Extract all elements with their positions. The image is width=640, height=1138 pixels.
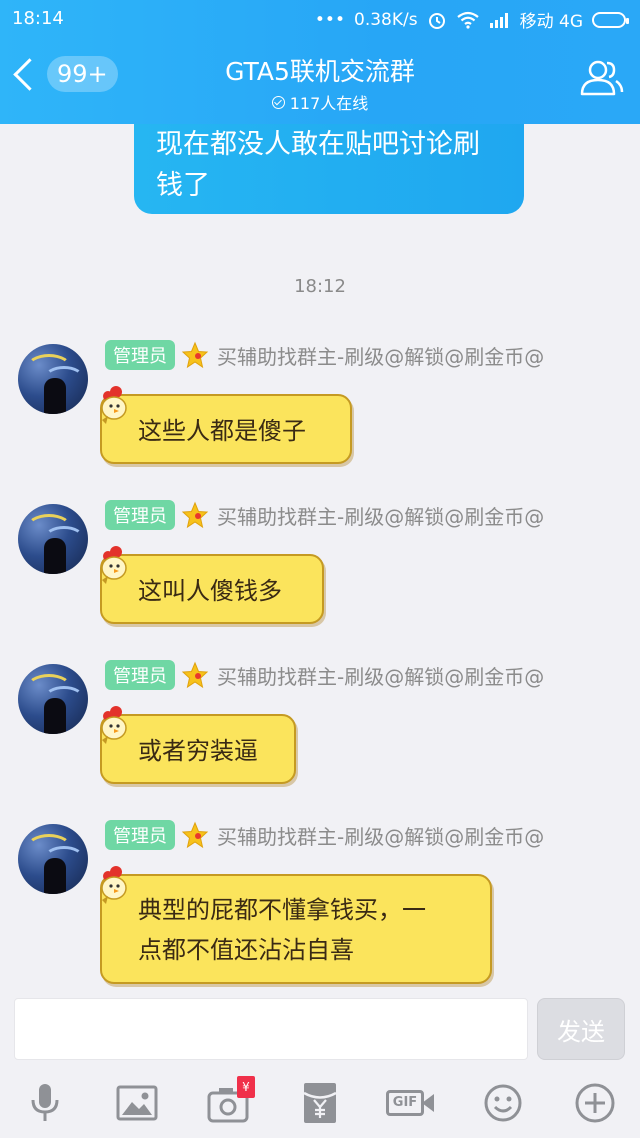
sender-meta: 管理员 买辅助找群主-刷级@解锁@刷金币@ <box>105 500 544 530</box>
admin-tag: 管理员 <box>105 820 175 850</box>
star-icon <box>181 501 209 529</box>
star-icon <box>181 821 209 849</box>
sender-meta: 管理员 买辅助找群主-刷级@解锁@刷金币@ <box>105 820 544 850</box>
chick-decoration-icon <box>101 706 127 744</box>
sender-name: 买辅助找群主-刷级@解锁@刷金币@ <box>217 824 545 849</box>
admin-tag: 管理员 <box>105 660 175 690</box>
sender-avatar[interactable] <box>18 504 88 574</box>
star-icon <box>181 661 209 689</box>
group-members-icon[interactable] <box>578 58 624 98</box>
message-text: 典型的屁都不懂拿钱买，一 点都不值还沾沾自喜 <box>100 874 492 984</box>
message-text-line: 点都不值还沾沾自喜 <box>138 936 354 964</box>
redpacket-badge: ¥ <box>237 1076 255 1098</box>
sender-name: 买辅助找群主-刷级@解锁@刷金币@ <box>217 504 545 529</box>
online-check-icon <box>271 95 285 109</box>
gif-icon: GIF <box>386 1090 424 1116</box>
gif-button[interactable]: GIF <box>386 1078 436 1128</box>
microphone-icon[interactable] <box>20 1078 70 1128</box>
status-icons: ••• 0.38K/s 移动 4G <box>314 7 629 32</box>
carrier-label: 移动 4G <box>519 12 583 32</box>
sender-avatar[interactable] <box>18 824 88 894</box>
gif-play-shape <box>422 1094 434 1112</box>
admin-tag: 管理员 <box>105 340 175 370</box>
input-bar: 发送 <box>0 990 640 1070</box>
outgoing-message-text: 现在都没人敢在贴吧讨论刷钱了 <box>156 129 480 201</box>
net-speed: 0.38K/s <box>354 9 418 30</box>
star-icon <box>181 341 209 369</box>
red-envelope-icon[interactable] <box>295 1078 345 1128</box>
status-time: 18:14 <box>12 8 64 29</box>
sender-meta: 管理员 买辅助找群主-刷级@解锁@刷金币@ <box>105 340 544 370</box>
camera-redpacket-button[interactable]: ¥ <box>205 1076 255 1128</box>
sender-avatar[interactable] <box>18 344 88 414</box>
group-title[interactable]: GTA5联机交流群 <box>0 52 640 88</box>
sender-name: 买辅助找群主-刷级@解锁@刷金币@ <box>217 664 545 689</box>
input-toolbar: ¥ GIF <box>0 1072 640 1138</box>
status-bar: 18:14 ••• 0.38K/s 移动 4G <box>0 0 640 36</box>
more-dots-icon: ••• <box>314 9 345 30</box>
chick-decoration-icon <box>101 866 127 904</box>
image-icon[interactable] <box>112 1078 162 1128</box>
message-timestamp: 18:12 <box>294 276 346 297</box>
sender-name: 买辅助找群主-刷级@解锁@刷金币@ <box>217 344 545 369</box>
wifi-icon <box>456 11 479 29</box>
signal-icon <box>489 12 508 28</box>
online-status: 117人在线 <box>0 90 640 114</box>
send-button[interactable]: 发送 <box>537 998 625 1060</box>
admin-tag: 管理员 <box>105 500 175 530</box>
alarm-icon <box>428 12 445 29</box>
message-text-line: 典型的屁都不懂拿钱买，一 <box>138 896 426 924</box>
sender-meta: 管理员 买辅助找群主-刷级@解锁@刷金币@ <box>105 660 544 690</box>
chick-decoration-icon <box>101 386 127 424</box>
emoji-icon[interactable] <box>478 1078 528 1128</box>
plus-icon[interactable] <box>570 1078 620 1128</box>
chat-header: 18:14 ••• 0.38K/s 移动 4G 99+ GTA5联机交流群 11… <box>0 0 640 124</box>
online-count: 117人在线 <box>289 94 369 113</box>
message-input[interactable] <box>14 998 528 1060</box>
chick-decoration-icon <box>101 546 127 584</box>
sender-avatar[interactable] <box>18 664 88 734</box>
battery-icon <box>592 11 629 28</box>
